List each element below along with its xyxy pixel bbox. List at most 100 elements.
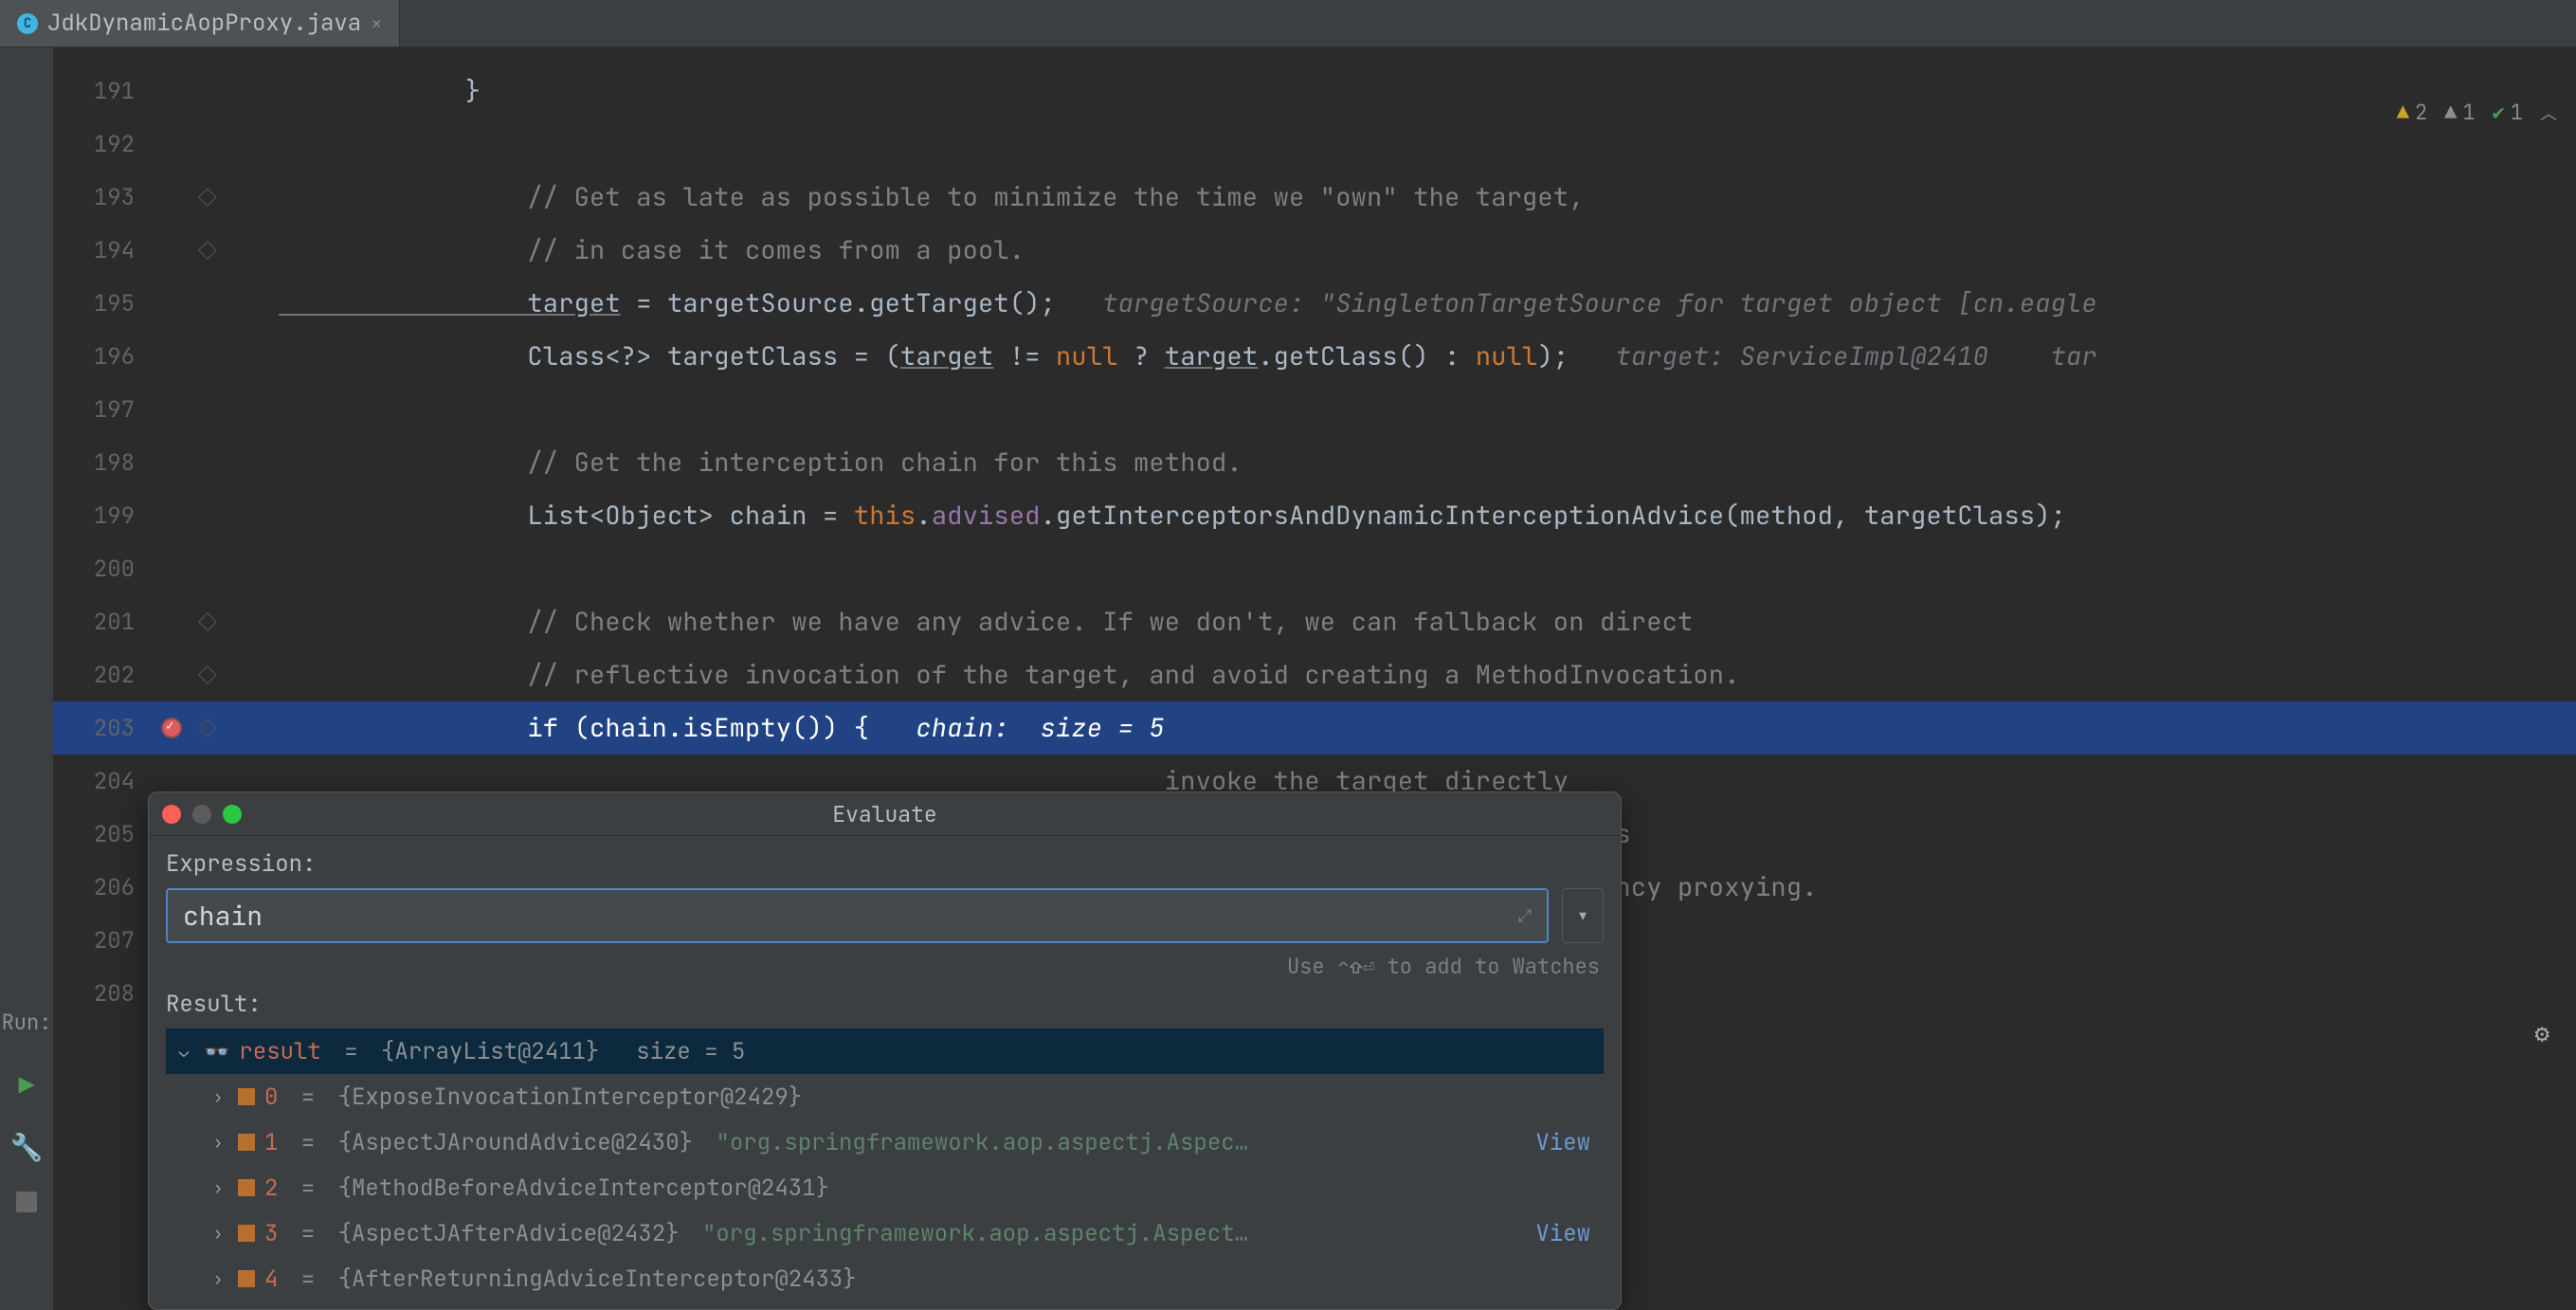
- fold-icon[interactable]: [198, 241, 217, 260]
- result-name: result: [239, 1037, 320, 1066]
- line-number: 197: [53, 395, 146, 425]
- line-number: 201: [53, 608, 146, 637]
- editor-tabbar: C JdkDynamicAopProxy.java ×: [0, 0, 2576, 47]
- code-content: target = targetSource.getTarget(); targe…: [279, 286, 2576, 320]
- code-line[interactable]: 200: [53, 542, 2576, 595]
- line-number: 207: [53, 926, 146, 955]
- index-icon: [238, 1225, 255, 1242]
- code-content: // Check whether we have any advice. If …: [279, 605, 2576, 639]
- result-value: {ExposeInvocationInterceptor@2429}: [338, 1083, 803, 1112]
- chevron-right-icon[interactable]: ›: [208, 1086, 228, 1108]
- chevron-down-icon[interactable]: ⌄: [173, 1041, 194, 1063]
- result-item-row[interactable]: › 1 = {AspectJAroundAdvice@2430} "org.spr…: [166, 1119, 1604, 1165]
- breakpoint-icon[interactable]: [161, 718, 182, 738]
- history-dropdown-button[interactable]: ▾: [1562, 888, 1604, 943]
- index-icon: [238, 1270, 255, 1287]
- fold-icon[interactable]: [198, 665, 217, 684]
- result-eq: =: [331, 1037, 372, 1066]
- result-string: "org.springframework.aop.aspectj.Aspec…: [702, 1128, 1248, 1157]
- code-line[interactable]: 193 // Get as late as possible to minimi…: [53, 171, 2576, 224]
- code-line[interactable]: 195 target = targetSource.getTarget(); t…: [53, 277, 2576, 330]
- close-tab-icon[interactable]: ×: [371, 11, 382, 36]
- result-root-row[interactable]: ⌄ 👓 result = {ArrayList@2411} size = 5: [166, 1028, 1604, 1074]
- index-icon: [238, 1179, 255, 1196]
- result-item-row[interactable]: › 2 = {MethodBeforeAdviceInterceptor@2431…: [166, 1165, 1604, 1210]
- fold-icon[interactable]: [198, 612, 217, 631]
- tab-filename: JdkDynamicAopProxy.java: [47, 9, 361, 38]
- result-index: 0: [264, 1083, 278, 1112]
- result-label: Result:: [166, 990, 1604, 1019]
- result-tree[interactable]: ⌄ 👓 result = {ArrayList@2411} size = 5 ›…: [166, 1028, 1604, 1301]
- gear-icon[interactable]: ⚙: [2534, 1016, 2549, 1049]
- code-line[interactable]: 201 // Check whether we have any advice.…: [53, 595, 2576, 648]
- code-content: // in case it comes from a pool.: [279, 233, 2576, 267]
- expression-value: chain: [183, 899, 263, 934]
- result-item-row[interactable]: › 0 = {ExposeInvocationInterceptor@2429}: [166, 1074, 1604, 1119]
- line-number: 203: [53, 714, 146, 743]
- code-content: if (chain.isEmpty()) { chain: size = 5: [279, 711, 2576, 745]
- line-number: 193: [53, 183, 146, 212]
- run-icon[interactable]: ▶: [19, 1068, 35, 1103]
- result-size: size = 5: [608, 1037, 745, 1066]
- line-number: 205: [53, 820, 146, 849]
- expression-input[interactable]: chain ⤢: [166, 888, 1549, 943]
- chevron-right-icon[interactable]: ›: [208, 1268, 228, 1290]
- code-line[interactable]: 191 }: [53, 64, 2576, 118]
- dialog-titlebar[interactable]: Evaluate: [149, 792, 1621, 836]
- code-line[interactable]: 197: [53, 383, 2576, 436]
- view-link[interactable]: View: [1535, 1128, 1604, 1157]
- result-string: "org.springframework.aop.aspectj.Aspect…: [689, 1219, 1248, 1248]
- result-index: 2: [264, 1174, 278, 1203]
- code-line[interactable]: 194 // in case it comes from a pool.: [53, 224, 2576, 277]
- code-line[interactable]: 199 List<Object> chain = this.advised.ge…: [53, 489, 2576, 542]
- view-link[interactable]: View: [1535, 1219, 1604, 1248]
- fold-icon[interactable]: [198, 188, 217, 207]
- result-value: {AspectJAfterAdvice@2432}: [338, 1219, 680, 1248]
- result-item-row[interactable]: ›4 = {AfterReturningAdviceInterceptor@24…: [166, 1256, 1604, 1301]
- result-eq: =: [287, 1174, 328, 1203]
- chevron-right-icon[interactable]: ›: [208, 1223, 228, 1245]
- result-value: {MethodBeforeAdviceInterceptor@2431}: [338, 1174, 829, 1203]
- line-number: 200: [53, 555, 146, 584]
- fold-icon[interactable]: [198, 719, 217, 737]
- line-number: 194: [53, 236, 146, 265]
- code-line[interactable]: 202 // reflective invocation of the targ…: [53, 648, 2576, 701]
- dialog-title: Evaluate: [832, 800, 936, 828]
- gutter[interactable]: [146, 718, 279, 738]
- line-number: 196: [53, 342, 146, 372]
- code-content: // reflective invocation of the target, …: [279, 658, 2576, 692]
- run-label: Run:: [2, 1009, 52, 1036]
- chevron-right-icon[interactable]: ›: [208, 1132, 228, 1154]
- result-index: 3: [264, 1219, 278, 1248]
- result-value: {AspectJAroundAdvice@2430}: [338, 1128, 693, 1157]
- result-item-row[interactable]: › 3 = {AspectJAfterAdvice@2432} "org.spri…: [166, 1210, 1604, 1256]
- code-line[interactable]: 198 // Get the interception chain for th…: [53, 436, 2576, 489]
- zoom-window-icon[interactable]: [223, 805, 242, 824]
- result-eq: =: [287, 1128, 328, 1157]
- code-line[interactable]: 196 Class<?> targetClass = (target != nu…: [53, 330, 2576, 383]
- code-content: List<Object> chain = this.advised.getInt…: [279, 499, 2576, 533]
- tool-window-bar: Run: ▶ 🔧: [0, 47, 53, 1310]
- close-window-icon[interactable]: [162, 805, 181, 824]
- traffic-lights[interactable]: [162, 805, 242, 824]
- editor-tab[interactable]: C JdkDynamicAopProxy.java ×: [0, 0, 400, 46]
- result-index: 4: [264, 1265, 278, 1294]
- line-number: 191: [53, 77, 146, 106]
- result-eq: =: [287, 1083, 328, 1112]
- index-icon: [238, 1088, 255, 1105]
- minimize-window-icon[interactable]: [192, 805, 211, 824]
- code-editor[interactable]: ▲2 ▲1 ✔1 ︿ 191 }192193 // Get as late as…: [53, 47, 2576, 1310]
- line-number: 192: [53, 130, 146, 159]
- code-line[interactable]: 192: [53, 118, 2576, 171]
- stop-icon[interactable]: [16, 1192, 37, 1212]
- result-index: 1: [264, 1128, 278, 1157]
- expand-icon[interactable]: ⤢: [1518, 905, 1532, 927]
- result-eq: =: [287, 1219, 328, 1248]
- wrench-icon[interactable]: 🔧: [10, 1130, 44, 1165]
- code-line[interactable]: 203 if (chain.isEmpty()) { chain: size =…: [53, 701, 2576, 755]
- chevron-right-icon[interactable]: ›: [208, 1177, 228, 1199]
- code-content: }: [279, 74, 2576, 108]
- code-content: // Get as late as possible to minimize t…: [279, 180, 2576, 214]
- class-icon: C: [17, 13, 38, 34]
- evaluate-dialog: Evaluate Expression: chain ⤢ ▾ Use ⌃⇧⏎ t…: [148, 791, 1622, 1310]
